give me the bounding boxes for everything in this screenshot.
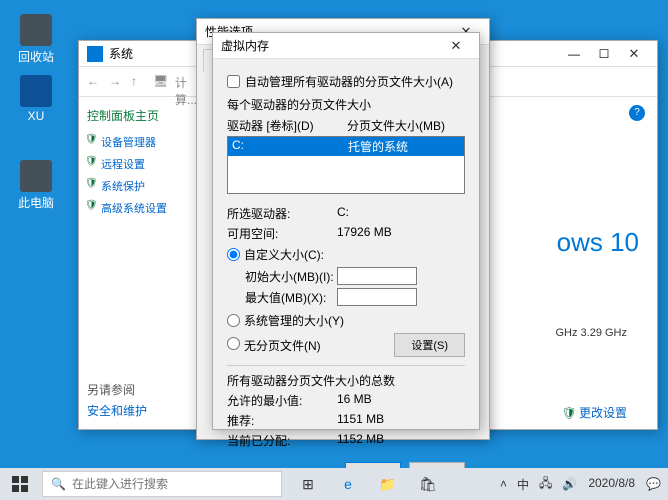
virtual-memory-dialog: 虚拟内存 ✕ 自动管理所有驱动器的分页文件大小(A) 每个驱动器的分页文件大小 …: [212, 32, 480, 430]
auto-manage-checkbox[interactable]: [227, 75, 240, 88]
set-button[interactable]: 设置(S): [394, 333, 465, 357]
drive-list[interactable]: C: 托管的系统: [227, 136, 465, 194]
close-icon[interactable]: ✕: [441, 38, 471, 54]
network-icon[interactable]: 🖧: [534, 474, 557, 495]
edge-icon[interactable]: e: [328, 468, 368, 500]
search-icon: 🔍: [51, 477, 66, 491]
ime-icon[interactable]: 中: [512, 476, 534, 493]
sidebar-link-advanced[interactable]: 高级系统设置: [87, 200, 200, 216]
no-pagefile-radio[interactable]: [227, 337, 240, 350]
sidebar-heading: 控制面板主页: [87, 107, 200, 124]
window-icon: [87, 46, 103, 62]
available-label: 可用空间:: [227, 225, 337, 242]
auto-manage-label: 自动管理所有驱动器的分页文件大小(A): [245, 73, 453, 90]
start-button[interactable]: [0, 468, 40, 500]
notifications-icon[interactable]: 💬: [641, 477, 666, 491]
windows-brand: ows 10: [557, 227, 639, 258]
rec-label: 推荐:: [227, 412, 337, 429]
change-settings-link[interactable]: 🛡更改设置: [562, 404, 627, 421]
rec-value: 1151 MB: [337, 412, 384, 429]
minimize-icon[interactable]: —: [559, 47, 589, 61]
desktop-icon-recycle[interactable]: 回收站: [14, 14, 58, 65]
initial-size-label: 初始大小(MB)(I):: [227, 268, 337, 285]
drive-col-header1: 驱动器 [卷标](D): [227, 117, 347, 134]
system-managed-label: 系统管理的大小(Y): [244, 312, 344, 329]
min-label: 允许的最小值:: [227, 392, 337, 409]
cpu-ghz: GHz 3.29 GHz: [555, 327, 627, 339]
dialog-title: 虚拟内存: [221, 37, 441, 54]
volume-icon[interactable]: 🔊: [557, 477, 582, 491]
forward-icon[interactable]: →: [109, 74, 125, 90]
no-pagefile-label: 无分页文件(N): [244, 339, 321, 353]
system-tray: ˄ 中 🖧 🔊 2020/8/8 💬: [495, 468, 668, 500]
tray-chevron-icon[interactable]: ˄: [495, 477, 512, 491]
total-heading: 所有驱动器分页文件大小的总数: [227, 372, 465, 389]
system-managed-radio[interactable]: [227, 314, 240, 327]
cur-value: 1152 MB: [337, 432, 384, 449]
available-value: 17926 MB: [337, 225, 392, 242]
selected-drive-value: C:: [337, 205, 349, 222]
back-icon[interactable]: ←: [87, 74, 103, 90]
custom-size-radio[interactable]: [227, 248, 240, 261]
each-drive-label: 每个驱动器的分页文件大小: [227, 96, 465, 113]
breadcrumb[interactable]: 计算...: [175, 74, 191, 90]
taskbar: 🔍 ⊞ e 📁 🛍 ˄ 中 🖧 🔊 2020/8/8 💬: [0, 468, 668, 500]
see-also-label: 另请参阅: [87, 381, 147, 398]
min-value: 16 MB: [337, 392, 372, 409]
desktop-icon-thispc[interactable]: 此电脑: [14, 160, 58, 211]
initial-size-input[interactable]: [337, 267, 417, 285]
sidebar-link-remote[interactable]: 远程设置: [87, 156, 200, 172]
sidebar-link-protect[interactable]: 系统保护: [87, 178, 200, 194]
computer-icon: 🖥: [153, 74, 169, 90]
help-icon[interactable]: ?: [629, 105, 645, 121]
max-size-input[interactable]: [337, 288, 417, 306]
desktop-icon-xu[interactable]: XU: [14, 75, 58, 123]
selected-drive-label: 所选驱动器:: [227, 205, 337, 222]
see-also-item[interactable]: 安全和维护: [87, 402, 147, 419]
drive-col-header2: 分页文件大小(MB): [347, 117, 445, 134]
close-icon[interactable]: ✕: [619, 46, 649, 62]
sidebar-link-device[interactable]: 设备管理器: [87, 134, 200, 150]
up-icon[interactable]: ↑: [131, 74, 147, 90]
cur-label: 当前已分配:: [227, 432, 337, 449]
store-icon[interactable]: 🛍: [408, 468, 448, 500]
sidebar: 控制面板主页 设备管理器 远程设置 系统保护 高级系统设置 另请参阅 安全和维护: [79, 97, 209, 429]
custom-size-label: 自定义大小(C):: [244, 246, 324, 263]
max-size-label: 最大值(MB)(X):: [227, 289, 337, 306]
clock[interactable]: 2020/8/8: [582, 477, 641, 490]
drive-row-selected[interactable]: C: 托管的系统: [228, 137, 464, 156]
task-view-icon[interactable]: ⊞: [288, 468, 328, 500]
shield-icon: 🛡: [562, 406, 577, 420]
explorer-icon[interactable]: 📁: [368, 468, 408, 500]
maximize-icon[interactable]: ☐: [589, 47, 619, 61]
search-box[interactable]: 🔍: [42, 471, 282, 497]
search-input[interactable]: [72, 477, 273, 491]
